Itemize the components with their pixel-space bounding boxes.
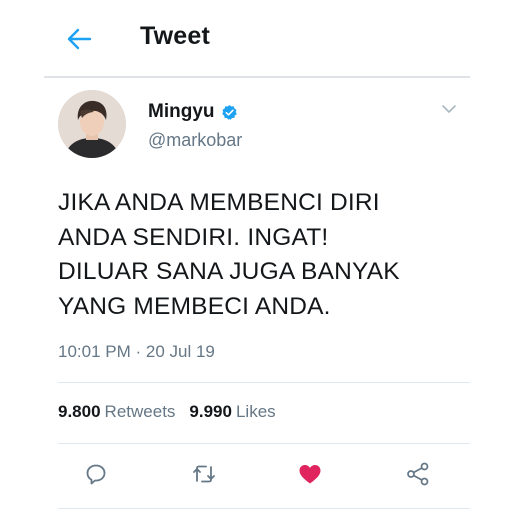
likes-count: 9.990 <box>189 402 232 421</box>
more-options-button[interactable] <box>440 102 458 116</box>
author-name-text: Mingyu <box>148 101 215 122</box>
retweets-stat[interactable]: 9.800 Retweets <box>58 402 175 422</box>
tweet-text-line: DILUAR SANA JUGA BANYAK <box>58 258 400 285</box>
reply-icon <box>86 464 106 485</box>
tweet-text-line: ANDA SENDIRI. INGAT! <box>58 223 329 251</box>
tweet-timestamp[interactable]: 10:01 PM · 20 Jul 19 <box>58 342 215 362</box>
arrow-left-icon <box>67 28 92 50</box>
tweet-stats: 9.800 Retweets 9.990 Likes <box>58 402 290 422</box>
heart-icon <box>299 465 321 484</box>
like-button[interactable] <box>296 460 324 488</box>
retweet-button[interactable] <box>190 460 218 488</box>
retweets-label: Retweets <box>104 402 176 421</box>
top-bar: Tweet <box>44 0 470 78</box>
tweet-text-line: JIKA ANDA MEMBENCI DIRI <box>58 189 380 216</box>
share-icon <box>407 462 429 486</box>
divider <box>58 508 470 509</box>
verified-badge-icon <box>221 104 237 120</box>
divider <box>58 443 470 444</box>
chevron-down-icon <box>442 105 456 113</box>
avatar-image <box>58 90 126 158</box>
tweet-text: JIKA ANDA MEMBENCI DIRI ANDA SENDIRI. IN… <box>58 186 458 324</box>
reply-button[interactable] <box>82 460 110 488</box>
tweet-text-line: YANG MEMBECI ANDA. <box>58 292 331 320</box>
retweet-icon <box>193 465 215 483</box>
back-button[interactable] <box>64 24 94 54</box>
author-name[interactable]: Mingyu <box>148 101 238 123</box>
avatar[interactable] <box>58 90 126 158</box>
likes-label: Likes <box>235 402 276 421</box>
page-title: Tweet <box>140 22 210 50</box>
author-handle[interactable]: @markobar <box>148 130 242 151</box>
likes-stat[interactable]: 9.990 Likes <box>189 402 275 422</box>
divider <box>58 382 470 383</box>
share-button[interactable] <box>404 460 432 488</box>
retweets-count: 9.800 <box>58 402 101 421</box>
